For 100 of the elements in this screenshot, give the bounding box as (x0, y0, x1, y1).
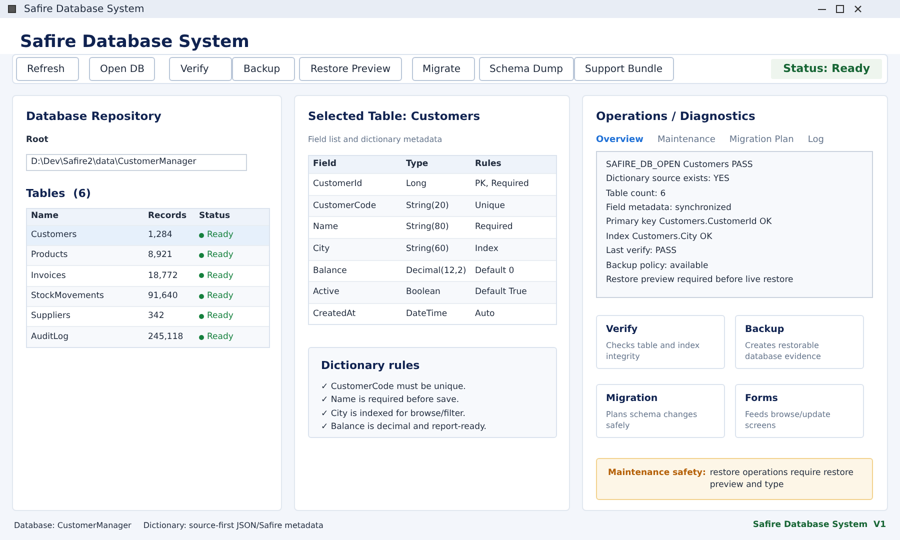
status-text: Ready (207, 249, 234, 262)
table-cell-text: CustomerId (313, 178, 364, 191)
column-header: Rules (475, 158, 502, 172)
table-cell-text: 91,640 (148, 290, 179, 303)
card-title: Migration (606, 392, 659, 406)
log-line: SAFIRE_DB_OPEN Customers PASS (606, 158, 754, 172)
close-icon[interactable] (854, 5, 862, 13)
log-line: Primary key Customers.CustomerId OK (606, 216, 773, 230)
log-line: Restore preview required before live restore (606, 274, 794, 287)
table-cell-text: String(20) (406, 200, 450, 213)
card-text: Plans schema changes safely (606, 409, 698, 431)
table-cell-text: CustomerCode (313, 200, 378, 213)
table-cell: Auto (475, 308, 495, 320)
table-cell-text: Active (313, 286, 340, 299)
table-cell-text: 342 (148, 310, 166, 324)
table-cell-text: Name (313, 221, 340, 234)
rule-item: ✓ Name is required before save. (321, 394, 460, 408)
column-header: Field (313, 158, 338, 172)
section-title: Tables (26, 186, 66, 202)
table-cell-text: 18,772 (148, 270, 179, 282)
toolbar-button[interactable]: Open DB (89, 57, 156, 81)
table-cell-text: Decimal(12,2) (406, 264, 468, 278)
column-header: Type (406, 158, 430, 172)
maximize-icon[interactable] (836, 5, 844, 13)
status-version: Safire Database System V1 (752, 519, 886, 532)
table-cell: Index (475, 242, 498, 256)
table-row[interactable]: AuditLog 245,118 Ready (27, 326, 269, 347)
table-cell-text: Invoices (31, 270, 67, 282)
table-cell-text: Boolean (406, 286, 442, 299)
status-dictionary: Dictionary: source-first JSON/Safire metadata (143, 520, 324, 532)
toolbar-button[interactable]: Backup (232, 57, 296, 81)
toolbar-button[interactable]: Support Bundle (574, 57, 674, 81)
panel-title: Selected Table: Customers (308, 108, 482, 125)
column-header: Records (148, 210, 188, 223)
table-cell-text: AuditLog (31, 330, 70, 344)
log-line: Dictionary source exists: YES (606, 173, 730, 186)
status-text: Ready (207, 228, 234, 242)
table-cell: Required (475, 221, 513, 234)
card-title: Verify (606, 322, 639, 337)
toolbar-button[interactable]: Verify (169, 57, 232, 81)
table-cell-text: Long (406, 178, 428, 191)
card-text: Checks table and index integrity (606, 340, 701, 362)
status-text: Ready (207, 290, 234, 303)
field-label: Root (26, 134, 50, 147)
log-line: Backup policy: available (606, 260, 710, 273)
table-row[interactable]: Suppliers 342 Ready (27, 306, 269, 326)
tab[interactable]: Migration Plan (729, 134, 794, 148)
status-text: Ready (207, 310, 234, 324)
panel-title: Operations / Diagnostics (596, 108, 756, 125)
card-text: Creates restorable database evidence (745, 340, 822, 362)
card-text: Feeds browse/update screens (745, 409, 832, 431)
window-title: Safire Database System (24, 2, 144, 16)
table-cell: Default True (475, 286, 527, 299)
app-icon (8, 5, 16, 13)
table-cell-text: String(60) (406, 242, 450, 256)
table-row[interactable]: StockMovements 91,640 Ready (27, 286, 269, 306)
log-line: Index Customers.City OK (606, 230, 714, 244)
table-cell-text: Suppliers (31, 310, 72, 324)
table-row[interactable]: Customers 1,284 Ready (27, 224, 269, 245)
toolbar-button[interactable]: Restore Preview (299, 57, 402, 81)
table-cell-text: City (313, 242, 331, 256)
table-cell-text: 1,284 (148, 228, 174, 242)
table-row[interactable]: Products 8,921 Ready (27, 244, 269, 266)
card-title: Dictionary rules (321, 358, 421, 374)
table-cell: PK, Required (475, 178, 529, 191)
table-cell: Default 0 (475, 264, 514, 278)
log-line: Field metadata: synchronized (606, 202, 732, 215)
table-cell-text: Products (31, 249, 69, 262)
panel-title: Database Repository (26, 108, 162, 125)
card-title: Forms (745, 392, 779, 406)
tab[interactable]: Overview (596, 134, 644, 148)
column-header: Status (199, 210, 230, 223)
table-count: (6) (73, 186, 91, 202)
panel-subtitle: Field list and dictionary metadata (308, 134, 444, 146)
warning-text: restore operations require restore preview and type (710, 466, 854, 491)
table-cell-text: String(80) (406, 221, 450, 234)
card-title: Backup (745, 322, 786, 337)
warning-label: Maintenance safety: (608, 466, 706, 479)
status-database: Database: CustomerManager (14, 520, 132, 532)
rule-item: ✓ CustomerCode must be unique. (321, 380, 467, 394)
rule-item: ✓ City is indexed for browse/filter. (321, 408, 466, 421)
log-line: Last verify: PASS (606, 245, 678, 258)
toolbar-button[interactable]: Schema Dump (478, 57, 574, 81)
table-cell-text: Balance (313, 264, 348, 278)
status-text: Ready (207, 270, 234, 282)
table-cell-text: 8,921 (148, 249, 174, 262)
table-cell-text: CreatedAt (313, 308, 357, 320)
status-text: Ready (207, 330, 234, 344)
log-line: Table count: 6 (606, 188, 667, 201)
tab[interactable]: Maintenance (657, 134, 716, 148)
root-path-field[interactable]: D:\Dev\Safire2\data\CustomerManager (26, 154, 247, 170)
status-badge: Status: Ready (771, 58, 882, 80)
toolbar-button[interactable]: Migrate (412, 57, 475, 81)
table-cell-text: 245,118 (148, 330, 184, 344)
tab[interactable]: Log (808, 134, 824, 148)
table-cell-text: DateTime (406, 308, 448, 320)
toolbar-button[interactable]: Refresh (16, 57, 79, 81)
column-header: Name (31, 210, 60, 223)
table-cell-text: StockMovements (31, 290, 105, 303)
rule-item: ✓ Balance is decimal and report-ready. (321, 421, 488, 434)
